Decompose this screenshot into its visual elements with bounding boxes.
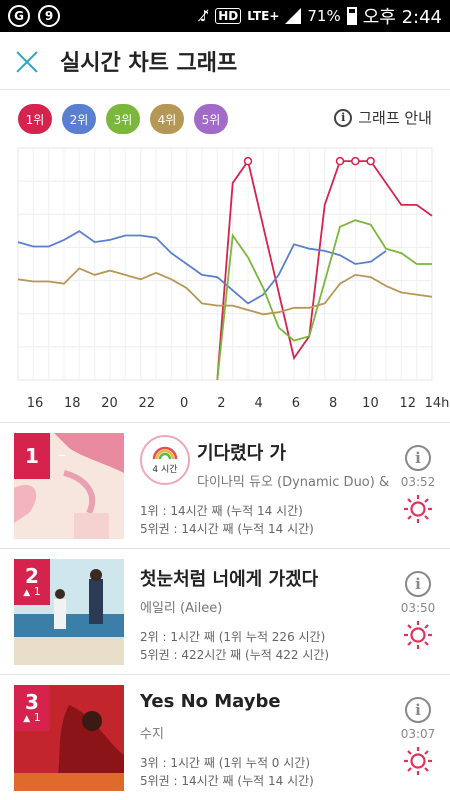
- peak-point: [335, 156, 345, 166]
- signal-icon: [285, 8, 302, 24]
- x-tick-label: 0: [180, 396, 188, 411]
- song-title: 기다렸다 가: [197, 443, 287, 464]
- battery-icon: [346, 7, 357, 25]
- hours-badge: 4 시간: [140, 435, 190, 485]
- page-title: 실시간 차트 그래프: [60, 50, 238, 76]
- rank-number: 1: [25, 444, 39, 468]
- up-arrow-icon: ▲: [23, 587, 31, 598]
- peak-point: [366, 156, 375, 166]
- rank-number: 2: [25, 563, 39, 588]
- rank-number: 3: [25, 689, 39, 714]
- legend-item-rank-4[interactable]: 4위: [150, 104, 184, 134]
- app-icon-9: 9: [38, 5, 60, 27]
- peak-point: [351, 156, 360, 166]
- chart-legend: 1위 2위 3위 4위 5위: [18, 104, 228, 134]
- rank-change-value: 1: [33, 584, 41, 598]
- sun-icon[interactable]: [402, 493, 434, 525]
- song-info-icon[interactable]: i: [405, 571, 431, 597]
- legend-item-rank-5[interactable]: 5위: [194, 104, 228, 134]
- info-icon: i: [334, 108, 353, 127]
- top5-stat: 5위권 : 14시간 째 (누적 14 시간): [140, 774, 314, 788]
- battery-text: 71%: [307, 7, 341, 25]
- x-tick-label: 12: [399, 396, 416, 411]
- legend-item-rank-3[interactable]: 3위: [106, 104, 140, 134]
- rank-up-change: ▲ 1: [23, 710, 41, 725]
- x-tick-label: 8: [329, 396, 337, 411]
- rank-stat: 2위 : 1시간 째 (1위 누적 226 시간): [140, 630, 326, 644]
- list-item[interactable]: 2 ▲ 1 첫눈처럼 너에게 가겠다 에일리 (Ailee) 2위 : 1시간 …: [0, 548, 450, 674]
- legend-item-rank-1[interactable]: 1위: [18, 104, 52, 134]
- duration: 03:52: [400, 475, 436, 489]
- rank-change-value: 1: [33, 710, 41, 724]
- graph-guide-label: 그래프 안내: [358, 109, 432, 127]
- legend-item-rank-2[interactable]: 2위: [62, 104, 96, 134]
- rank-change: –: [58, 445, 66, 464]
- peak-point: [243, 156, 253, 166]
- rank-up-change: ▲ 1: [23, 584, 41, 599]
- mute-icon: ♪̸: [199, 7, 210, 25]
- rank-line-chart: 16 18 20 22 0 2 4 6 8 10 12 14h: [17, 147, 450, 411]
- artist-name: 다이나믹 듀오 (Dynamic Duo) & ...: [197, 475, 393, 490]
- artist-name: 에일리 (Ailee): [140, 601, 223, 616]
- album-art: 1 –: [14, 433, 124, 539]
- duration: 03:50: [400, 601, 436, 615]
- hd-voice-icon: HD: [215, 8, 242, 24]
- status-bar: G 9 ♪̸ HD LTE+ 71% 오후 2:44: [0, 0, 450, 32]
- x-tick-label: 10: [362, 396, 379, 411]
- x-tick-label: 14h: [425, 396, 450, 411]
- x-tick-label: 20: [101, 396, 118, 411]
- app-header: 실시간 차트 그래프: [0, 32, 450, 90]
- sun-icon[interactable]: [402, 619, 434, 651]
- x-tick-label: 6: [292, 396, 300, 411]
- top5-stat: 5위권 : 14시간 째 (누적 14 시간): [140, 522, 314, 536]
- clock: 오후 2:44: [362, 7, 442, 28]
- x-tick-label: 4: [254, 396, 262, 411]
- rank-badge: 1: [14, 433, 50, 479]
- graph-guide-link[interactable]: i 그래프 안내: [334, 107, 432, 128]
- rank-badge: 3 ▲ 1: [14, 685, 50, 731]
- song-title: Yes No Maybe: [140, 691, 281, 712]
- rainbow-icon: [152, 446, 178, 459]
- song-info-icon[interactable]: i: [405, 697, 431, 723]
- rank-stat: 1위 : 14시간 째 (누적 14 시간): [140, 504, 303, 518]
- lte-indicator: LTE+: [247, 9, 280, 23]
- top5-stat: 5위권 : 422시간 째 (누적 422 시간): [140, 648, 330, 662]
- song-info-icon[interactable]: i: [405, 445, 431, 471]
- up-arrow-icon: ▲: [23, 713, 31, 724]
- hours-badge-text: 4 시간: [152, 464, 178, 475]
- x-tick-label: 18: [64, 396, 81, 411]
- list-item[interactable]: 1 – 4 시간 기다렸다 가 다이나믹 듀오 (Dynamic Duo) & …: [0, 422, 450, 548]
- sun-icon[interactable]: [402, 745, 434, 777]
- artist-name: 수지: [140, 727, 164, 742]
- x-tick-label: 2: [217, 396, 225, 411]
- album-art: 2 ▲ 1: [14, 559, 124, 665]
- song-title: 첫눈처럼 너에게 가겠다: [140, 569, 319, 590]
- duration: 03:07: [400, 727, 436, 741]
- rank-badge: 2 ▲ 1: [14, 559, 50, 605]
- close-icon[interactable]: [14, 48, 40, 74]
- plot-frame: [17, 147, 433, 381]
- chart-list: 1 – 4 시간 기다렸다 가 다이나믹 듀오 (Dynamic Duo) & …: [0, 422, 450, 800]
- app-icon-g: G: [8, 5, 30, 27]
- rank-stat: 3위 : 1시간 째 (1위 누적 0 시간): [140, 756, 311, 770]
- list-item[interactable]: 3 ▲ 1 Yes No Maybe 수지 3위 : 1시간 째 (1위 누적 …: [0, 674, 450, 800]
- album-art: 3 ▲ 1: [14, 685, 124, 791]
- x-tick-label: 16: [27, 396, 44, 411]
- x-tick-label: 22: [139, 396, 156, 411]
